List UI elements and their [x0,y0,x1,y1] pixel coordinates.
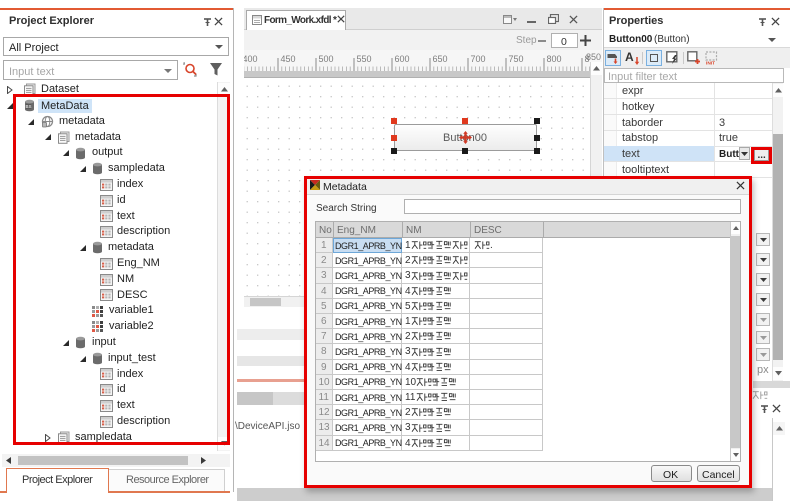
svg-text:INIT: INIT [706,60,715,65]
svg-text:750: 750 [509,54,524,64]
svg-text:550: 550 [357,54,372,64]
svg-text:700: 700 [471,54,486,64]
svg-text:500: 500 [319,54,334,64]
svg-text:450: 450 [281,54,296,64]
svg-text:400: 400 [244,54,258,64]
svg-text:600: 600 [395,54,410,64]
svg-text:800: 800 [547,54,562,64]
svg-text:650: 650 [433,54,448,64]
